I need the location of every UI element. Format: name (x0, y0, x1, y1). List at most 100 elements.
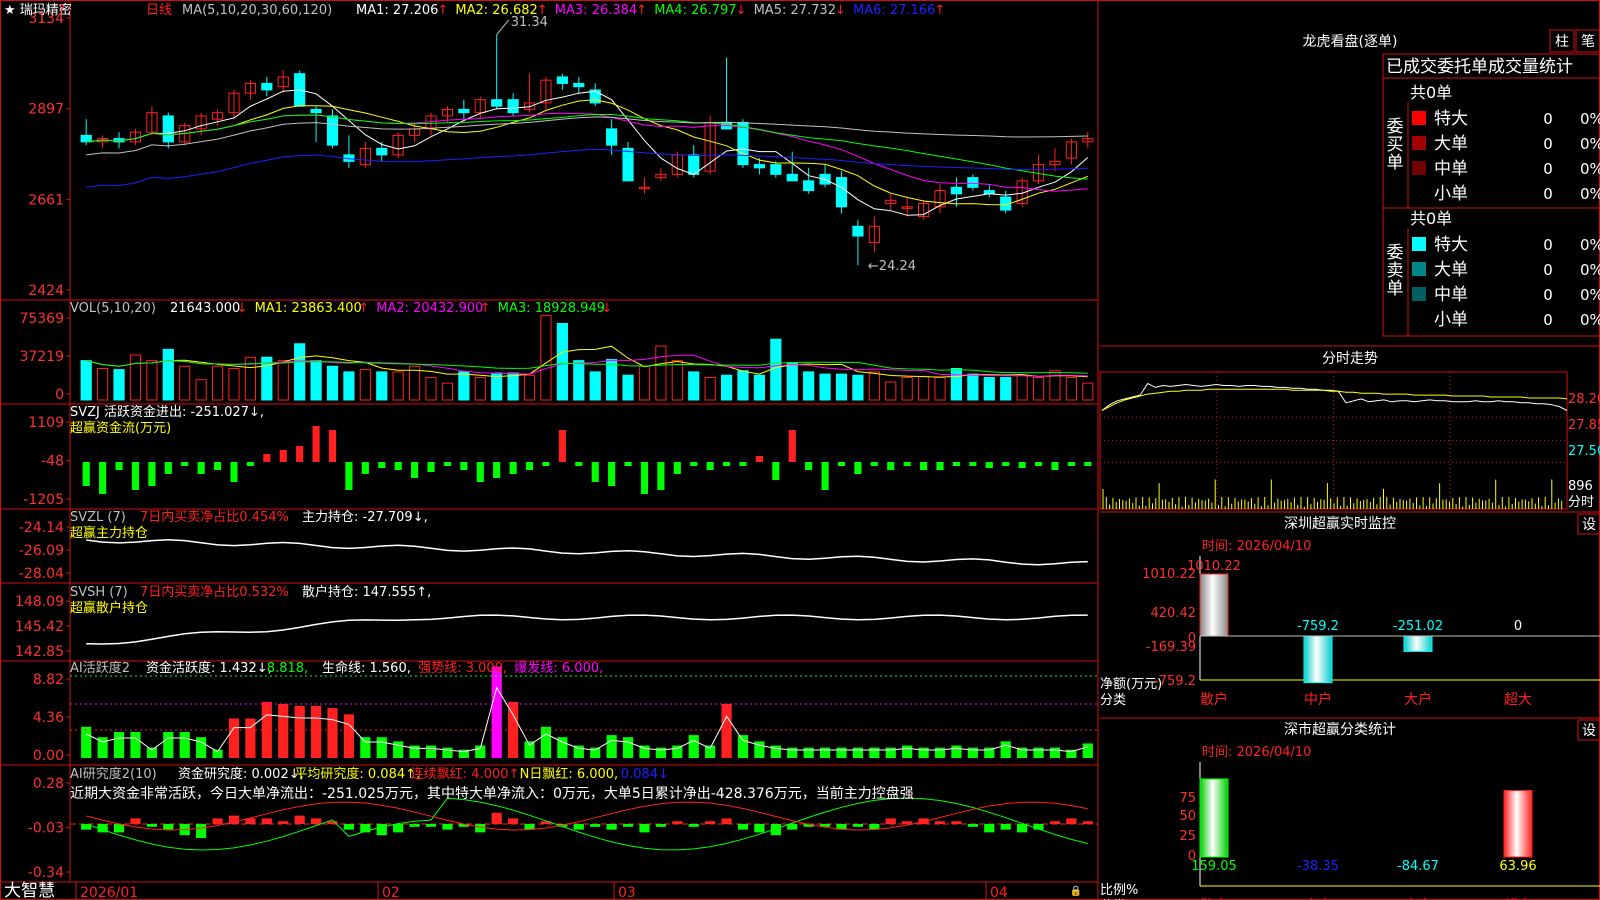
ytick-ai1: 0.00 (33, 748, 64, 764)
svzj-bar (755, 456, 763, 462)
ma-line-6 (86, 148, 1088, 188)
ai2-bar (590, 824, 601, 827)
ytick-vol: 75369 (19, 311, 64, 327)
volume-bar (589, 371, 601, 401)
candle-body (770, 164, 782, 175)
svzj-bar (214, 462, 222, 470)
ma-arrow-5: ↓ (835, 3, 846, 18)
svzj-bar (263, 454, 271, 462)
svzj-bar (952, 462, 960, 466)
volume-bar (326, 365, 339, 401)
sz-monitor-ytick: 1010.22 (1142, 567, 1196, 582)
svzj-bar (985, 462, 993, 468)
lhb-sell-label: 委 (1387, 243, 1404, 263)
sz-stats-value-1: -38.35 (1297, 859, 1339, 874)
volume-bar (359, 369, 371, 401)
ai1-bar (81, 726, 92, 758)
volume-bar (950, 368, 963, 401)
svzj-sublabel: 超赢资金流(万元) (70, 420, 171, 436)
volume-bar (638, 365, 651, 401)
svzj-bar (887, 462, 895, 470)
svzj-bar (493, 462, 501, 478)
ai1-value-5: 爆发线: 6.000, (514, 660, 603, 676)
ai2-bar (261, 818, 272, 824)
volume-bar (1082, 382, 1094, 401)
ai2-bar (984, 824, 995, 833)
ytick-svsh: 148.09 (15, 594, 64, 610)
high-pointer (496, 19, 510, 36)
sz-stats-time: 时间: 2026/04/10 (1202, 745, 1311, 760)
ai1-value-2: 8.818, (267, 661, 308, 676)
ma-arrow-2: ↑ (537, 3, 548, 18)
candle-body (556, 76, 568, 84)
volume-bar (885, 381, 897, 401)
svzj-bar (821, 462, 829, 490)
ai2-bar (278, 821, 289, 824)
main-header: ★ 瑞玛精密 日线 MA(5,10,20,30,60,120) MA1: 27.206… (4, 2, 945, 18)
ai2-bar (885, 818, 896, 824)
svzj-bar (82, 462, 90, 486)
svzl-value: 主力持仓: -27.709↓, (302, 510, 428, 525)
lhb-sell-swatch (1412, 287, 1426, 301)
volume-bar (458, 371, 470, 401)
svzj-bar (837, 462, 846, 466)
volume-bar (720, 374, 733, 401)
svzj-bar (296, 446, 304, 462)
ai1-bar (672, 745, 683, 758)
ma-line-4 (86, 113, 1088, 180)
volume-bar (146, 360, 158, 401)
volume-bar (688, 371, 700, 401)
svzj-bar (870, 462, 878, 466)
volume-bar (934, 377, 946, 401)
svzj-bar (328, 430, 337, 462)
vol-arrow-2: ↑ (358, 301, 369, 316)
volume-bar (704, 377, 716, 401)
volume-bar (835, 373, 848, 401)
sz-monitor-time: 时间: 2026/04/10 (1202, 539, 1311, 554)
volume-bar (409, 365, 421, 401)
ma-value-5: MA5: 27.732 (754, 3, 836, 18)
svzj-bar (476, 462, 484, 482)
svzj-bar (427, 462, 435, 472)
ai1-bar (425, 745, 437, 758)
lhb-sell-row-pct: 0% (1580, 236, 1600, 254)
stroke-mode-label: 笔 (1581, 34, 1595, 50)
candle-body (803, 180, 815, 192)
svzj-bar (181, 462, 189, 466)
ytick-vol: 37219 (19, 349, 64, 365)
volume-bars (80, 315, 1094, 401)
ai1-bar (343, 714, 355, 758)
chart-stage: 3134289726612424753693721901109-48-1205-… (0, 0, 1600, 900)
svzj-bar (345, 462, 353, 490)
ai2-bar (393, 824, 404, 833)
lock-icon: 🔒 (1070, 885, 1082, 897)
candle-body (376, 147, 388, 156)
lhb-buy-row-name: 小单 (1434, 184, 1468, 204)
svzj-bar (640, 462, 649, 494)
svzl-sublabel: 超赢主力持仓 (70, 525, 148, 541)
sz-stats-value-3: 63.96 (1499, 859, 1536, 874)
candle-body (950, 186, 963, 195)
sz-stats-bar-0 (1199, 778, 1229, 858)
svzj-bar (558, 430, 566, 462)
svzj-bar (591, 462, 599, 482)
svzj-bar (99, 462, 107, 494)
candle-body (326, 115, 339, 146)
sz-stats-ytick: 25 (1179, 829, 1196, 844)
ytick-ai2: -0.03 (28, 821, 64, 837)
svzj-bar (788, 430, 796, 462)
ai1-bar (606, 735, 617, 758)
intraday-avg-line (1101, 388, 1568, 411)
svzj-bar (164, 462, 172, 474)
lhb-buy-row-name: 中单 (1434, 159, 1468, 179)
ytick-svsh: 142.85 (15, 644, 64, 660)
ai1-bar (196, 737, 207, 758)
brand-logo: 大智慧 (4, 881, 55, 900)
vol-arrow-1: ↓ (237, 301, 248, 316)
svzj-bar (1002, 462, 1010, 466)
sz-stats-bar-3 (1503, 789, 1533, 858)
sz-stats-ylabel: 比例% (1100, 883, 1138, 898)
volume-bar (343, 371, 355, 401)
ai2-bar (852, 824, 864, 827)
ai1-bar (836, 747, 847, 758)
